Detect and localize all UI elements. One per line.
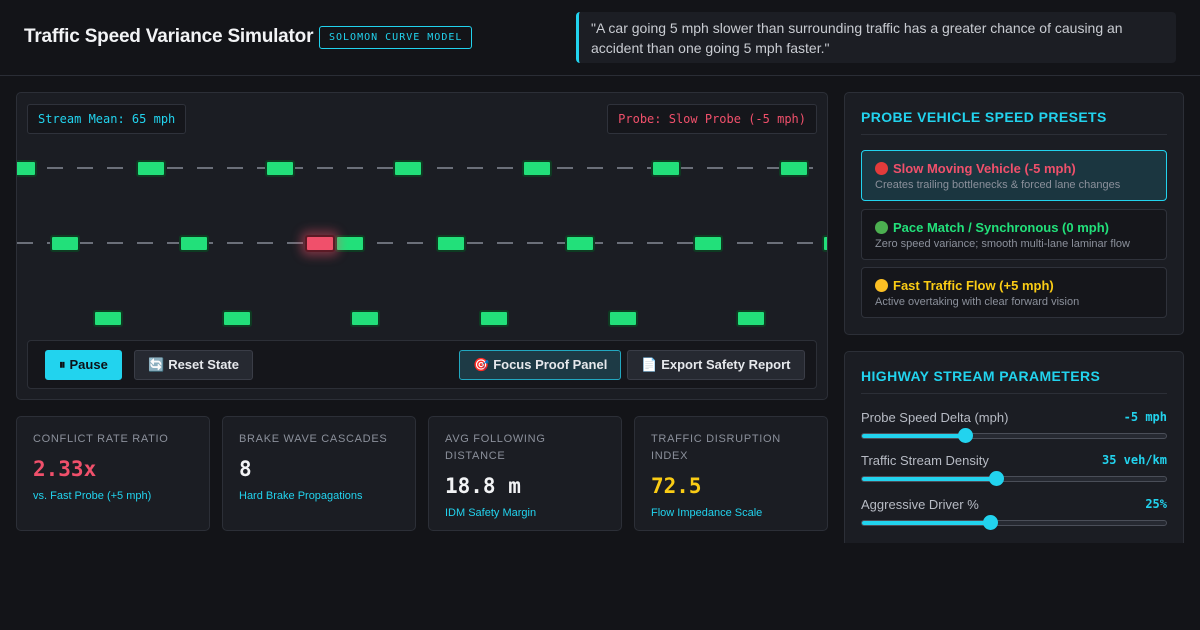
param-value: 35 veh/km: [1101, 453, 1167, 467]
slider-thumb[interactable]: [958, 428, 974, 443]
slider-thumb[interactable]: [988, 471, 1004, 486]
presets-title: PROBE VEHICLE SPEED PRESETS: [861, 109, 1167, 135]
param-value: 25%: [1145, 497, 1167, 511]
param-value: -5 mph: [1123, 410, 1167, 424]
probe-car: [305, 235, 335, 252]
traffic-car: [265, 160, 295, 177]
stat-label: BRAKE WAVE CASCADES: [239, 433, 388, 445]
app-title: Traffic Speed Variance Simulator: [24, 26, 314, 47]
probe-speed-slider[interactable]: [861, 428, 1167, 443]
traffic-car: [565, 235, 595, 252]
traffic-car: [736, 310, 766, 327]
traffic-car: [50, 235, 80, 252]
traffic-car: [335, 235, 365, 252]
control-bar: ⏸ Pause 🔄 Reset State 🎯 Focus Proof Panel 📄…: [27, 340, 817, 389]
preset-slow-vehicle[interactable]: Slow Moving Vehicle (-5 mph) Creates tra…: [861, 150, 1167, 201]
traffic-car: [479, 310, 509, 327]
traffic-car: [179, 235, 209, 252]
traffic-car: [136, 160, 166, 177]
focus-label: Focus Proof Panel: [493, 357, 608, 372]
param-stream-density: Traffic Stream Density 35 veh/km: [861, 453, 1167, 486]
presets-panel: PROBE VEHICLE SPEED PRESETS Slow Moving …: [844, 92, 1184, 335]
traffic-car: [693, 235, 723, 252]
preset-description: Zero speed variance; smooth multi-lane l…: [875, 238, 1130, 250]
stat-value: 2.33x: [33, 457, 97, 481]
pause-button[interactable]: ⏸ Pause: [45, 350, 122, 380]
refresh-icon: 🔄: [148, 357, 165, 372]
preset-title: Slow Moving Vehicle (-5 mph): [875, 160, 1153, 177]
model-badge: SOLOMON CURVE MODEL: [319, 26, 473, 49]
param-label: Aggressive Driver %: [861, 497, 979, 512]
stat-card-conflict-rate: CONFLICT RATE RATIO 2.33x vs. Fast Probe…: [16, 416, 210, 531]
stat-label: AVG FOLLOWING DISTANCE: [445, 433, 546, 462]
traffic-car: [608, 310, 638, 327]
stat-label: CONFLICT RATE RATIO: [33, 433, 169, 445]
traffic-car: [779, 160, 809, 177]
density-slider[interactable]: [861, 471, 1167, 486]
preset-title-text: Fast Traffic Flow (+5 mph): [893, 278, 1054, 293]
document-icon: 📄: [641, 357, 658, 372]
pause-label: Pause: [69, 357, 108, 372]
export-safety-report-button[interactable]: 📄 Export Safety Report: [627, 350, 805, 380]
quote-callout: "A car going 5 mph slower than surroundi…: [576, 12, 1176, 63]
stat-value: 72.5: [651, 474, 702, 498]
preset-description: Active overtaking with clear forward vis…: [875, 296, 1080, 308]
traffic-car: [436, 235, 466, 252]
traffic-car: [651, 160, 681, 177]
stat-subtitle: vs. Fast Probe (+5 mph): [33, 490, 152, 502]
export-label: Export Safety Report: [661, 357, 791, 372]
parameters-panel: HIGHWAY STREAM PARAMETERS Probe Speed De…: [844, 351, 1184, 543]
stat-value: 18.8 m: [445, 474, 521, 498]
param-label: Probe Speed Delta (mph): [861, 410, 1009, 425]
yellow-circle-icon: [875, 279, 888, 292]
traffic-car: [93, 310, 123, 327]
preset-pace-match[interactable]: Pace Match / Synchronous (0 mph) Zero sp…: [861, 209, 1167, 260]
app-header: Traffic Speed Variance Simulator SOLOMON…: [0, 0, 1200, 76]
preset-title: Pace Match / Synchronous (0 mph): [875, 219, 1153, 236]
stat-card-disruption-index: TRAFFIC DISRUPTION INDEX 72.5 Flow Imped…: [634, 416, 828, 531]
traffic-car: [822, 235, 827, 252]
probe-readout: Probe: Slow Probe (-5 mph): [607, 104, 817, 134]
preset-fast-flow[interactable]: Fast Traffic Flow (+5 mph) Active overta…: [861, 267, 1167, 318]
stat-subtitle: Hard Brake Propagations: [239, 490, 363, 502]
stat-label: TRAFFIC DISRUPTION INDEX: [651, 433, 781, 462]
param-probe-speed-delta: Probe Speed Delta (mph) -5 mph: [861, 410, 1167, 443]
target-icon: 🎯: [473, 357, 490, 372]
green-circle-icon: [875, 221, 888, 234]
stat-subtitle: IDM Safety Margin: [445, 507, 537, 519]
reset-label: Reset State: [168, 357, 239, 372]
preset-title: Fast Traffic Flow (+5 mph): [875, 277, 1153, 294]
traffic-car: [393, 160, 423, 177]
parameters-title: HIGHWAY STREAM PARAMETERS: [861, 368, 1167, 394]
stat-card-following-distance: AVG FOLLOWING DISTANCE 18.8 m IDM Safety…: [428, 416, 622, 531]
stat-subtitle: Flow Impedance Scale: [651, 507, 763, 519]
simulation-panel: Stream Mean: 65 mph Probe: Slow Probe (-…: [16, 92, 828, 400]
slider-thumb[interactable]: [982, 515, 998, 530]
traffic-car: [522, 160, 552, 177]
stream-mean-readout: Stream Mean: 65 mph: [27, 104, 187, 134]
traffic-car: [17, 160, 37, 177]
pause-icon: ⏸: [59, 357, 66, 372]
traffic-car: [222, 310, 252, 327]
traffic-car: [350, 310, 380, 327]
slider-fill: [862, 434, 966, 438]
slider-fill: [862, 477, 996, 481]
focus-proof-panel-button[interactable]: 🎯 Focus Proof Panel: [459, 350, 622, 380]
preset-title-text: Pace Match / Synchronous (0 mph): [893, 220, 1109, 235]
aggressive-driver-slider[interactable]: [861, 515, 1167, 530]
stat-value: 8: [239, 457, 252, 481]
preset-description: Creates trailing bottlenecks & forced la…: [875, 179, 1121, 191]
stat-card-brake-waves: BRAKE WAVE CASCADES 8 Hard Brake Propaga…: [222, 416, 416, 531]
preset-title-text: Slow Moving Vehicle (-5 mph): [893, 161, 1076, 176]
reset-state-button[interactable]: 🔄 Reset State: [134, 350, 253, 380]
red-circle-icon: [875, 162, 888, 175]
slider-fill: [862, 521, 990, 525]
param-aggressive-driver: Aggressive Driver % 25%: [861, 497, 1167, 530]
